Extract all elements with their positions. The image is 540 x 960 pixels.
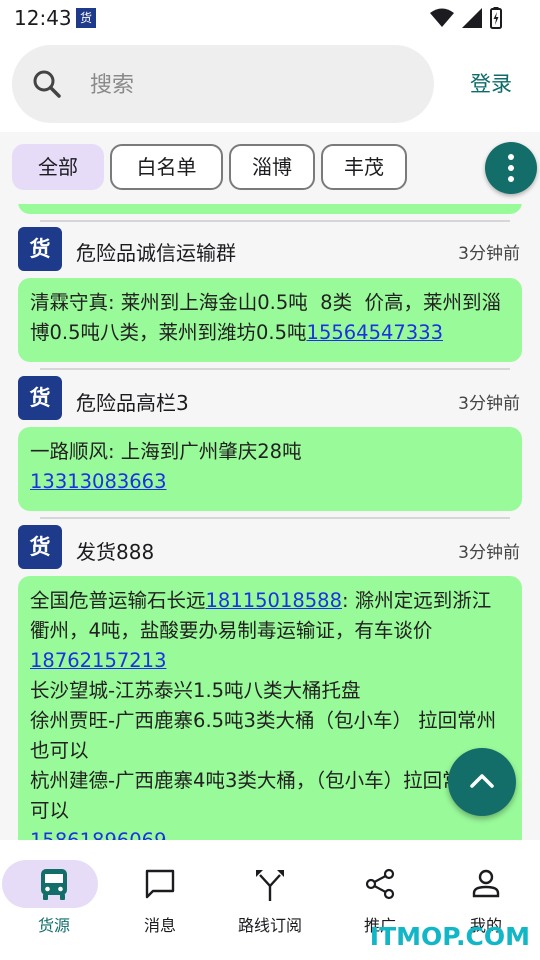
- nav-item-route-subscription[interactable]: 路线订阅: [216, 840, 324, 960]
- status-bar: 12:43 货: [0, 0, 540, 36]
- more-vert-icon: [508, 154, 514, 160]
- phone-link[interactable]: 15564547333: [307, 321, 443, 344]
- message-bubble[interactable]: 全国危普运输石长远18115018588: 滁州定远到浙江衢州，4吨，盐酸要办易…: [18, 576, 522, 840]
- group-avatar[interactable]: 货: [18, 227, 62, 271]
- app-notification-badge: 货: [76, 8, 96, 28]
- message-bubble[interactable]: 一路顺风: 上海到广州肇庆28吨 13313083663: [18, 427, 522, 511]
- more-vert-icon-dot: [508, 165, 514, 171]
- message-time: 3分钟前: [458, 543, 520, 563]
- watermark: ITMOP.COM: [369, 922, 530, 951]
- route-merge-icon: [256, 870, 284, 901]
- more-vert-icon-dot: [508, 176, 514, 182]
- search-input[interactable]: [88, 65, 412, 105]
- person-icon: [472, 869, 500, 898]
- filter-chip-whitelist[interactable]: 白名单: [110, 144, 223, 190]
- more-options-button[interactable]: [485, 142, 537, 194]
- status-icons: [430, 7, 502, 29]
- divider: [40, 368, 510, 370]
- wifi-icon: [430, 8, 454, 27]
- message-text: 全国危普运输石长远: [30, 589, 206, 612]
- divider: [40, 220, 510, 222]
- group-avatar[interactable]: 货: [18, 525, 62, 569]
- phone-link[interactable]: 18762157213: [30, 649, 166, 672]
- divider: [40, 517, 510, 519]
- nav-item-messages[interactable]: 消息: [106, 840, 214, 960]
- filter-chip-zibo[interactable]: 淄博: [229, 144, 315, 190]
- scroll-to-top-button[interactable]: [448, 748, 516, 816]
- battery-icon: [490, 7, 502, 29]
- status-time: 12:43: [14, 6, 72, 30]
- share-icon: [365, 868, 395, 900]
- nav-label: 货源: [37, 916, 70, 935]
- nav-label: 消息: [143, 916, 176, 935]
- login-button[interactable]: 登录: [470, 68, 512, 98]
- message-icon: [145, 869, 175, 899]
- app-header: 登录: [0, 36, 540, 132]
- phone-link[interactable]: 13313083663: [30, 470, 166, 493]
- message-text: 一路顺风: 上海到广州肇庆28吨: [30, 440, 302, 463]
- group-name[interactable]: 危险品诚信运输群: [76, 237, 236, 266]
- filter-chip-all[interactable]: 全部: [12, 144, 104, 190]
- filter-chip-fengmao[interactable]: 丰茂: [321, 144, 407, 190]
- nav-label: 路线订阅: [237, 916, 302, 935]
- signal-icon: [462, 8, 482, 28]
- group-name[interactable]: 发货888: [76, 536, 154, 565]
- group-avatar[interactable]: 货: [18, 376, 62, 420]
- search-icon: [33, 70, 61, 98]
- message-bubble[interactable]: 清霖守真: 莱州到上海金山0.5吨 8类 价高，莱州到淄博0.5吨八类，莱州到潍…: [18, 278, 522, 362]
- filter-bar: 全部 白名单 淄博 丰茂: [0, 132, 540, 204]
- message-bubble-partial: [18, 204, 522, 214]
- nav-item-cargo[interactable]: 货源: [0, 840, 108, 960]
- message-text: 长沙望城-江苏泰兴1.5吨八类大桶托盘 徐州贾旺-广西鹿寨6.5吨3类大桶（包小…: [30, 679, 501, 822]
- message-time: 3分钟前: [458, 394, 520, 414]
- group-name[interactable]: 危险品高栏3: [76, 387, 189, 416]
- bus-icon: [41, 869, 67, 900]
- phone-link[interactable]: 18115018588: [206, 589, 342, 612]
- cargo-feed[interactable]: 货 危险品诚信运输群 3分钟前 清霖守真: 莱州到上海金山0.5吨 8类 价高，…: [0, 204, 540, 840]
- message-time: 3分钟前: [458, 244, 520, 264]
- phone-link[interactable]: 15861896069: [30, 829, 166, 840]
- chevron-up-icon: [470, 774, 494, 788]
- search-bar[interactable]: [12, 45, 434, 123]
